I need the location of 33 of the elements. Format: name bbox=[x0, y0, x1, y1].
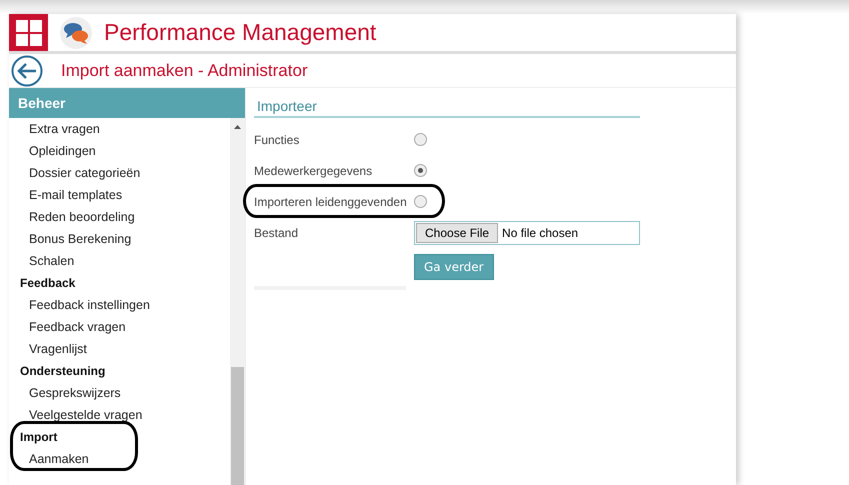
scrollbar[interactable] bbox=[230, 118, 245, 485]
app-grid-button[interactable] bbox=[9, 14, 48, 51]
field-label: Bestand bbox=[254, 226, 300, 240]
radio-button[interactable] bbox=[414, 195, 427, 208]
sidebar-item[interactable]: Feedback vragen bbox=[29, 316, 126, 338]
choose-file-button[interactable]: Choose File bbox=[416, 222, 498, 242]
option-label: Functies bbox=[254, 132, 300, 146]
sidebar-header: Beheer bbox=[9, 88, 245, 118]
page-title: Import aanmaken - Administrator bbox=[61, 60, 308, 80]
sidebar-group-label: Import bbox=[20, 429, 58, 446]
sidebar-item[interactable]: Schalen bbox=[29, 250, 74, 272]
sidebar-item[interactable]: Dossier categorieën bbox=[29, 162, 140, 184]
speech-bubbles-icon bbox=[60, 16, 92, 48]
sidebar-item[interactable]: Bonus Berekening bbox=[29, 228, 132, 250]
sidebar-item[interactable]: Feedback instellingen bbox=[29, 294, 150, 316]
section-title: Importeer bbox=[254, 98, 640, 118]
radio-button[interactable] bbox=[414, 133, 427, 146]
sidebar-group-label: Ondersteuning bbox=[20, 363, 106, 380]
sidebar-item[interactable]: Veelgestelde vragen bbox=[29, 404, 142, 426]
sidebar-item[interactable]: Aanmaken bbox=[29, 448, 89, 470]
sidebar-item[interactable]: Extra vragen bbox=[29, 118, 100, 140]
sidebar-item[interactable]: Vragenlijst bbox=[29, 338, 87, 360]
app-title: Performance Management bbox=[104, 19, 376, 46]
sidebar-item[interactable]: Opleidingen bbox=[29, 140, 96, 162]
sidebar-item[interactable]: Reden beoordeling bbox=[29, 206, 135, 228]
file-input-field[interactable]: Choose File No file chosen bbox=[414, 220, 640, 244]
sidebar-group-label: Feedback bbox=[20, 275, 76, 292]
sidebar-item[interactable]: E-mail templates bbox=[29, 184, 122, 206]
radio-button[interactable] bbox=[414, 164, 427, 177]
sidebar-item[interactable]: Gesprekswijzers bbox=[29, 382, 121, 404]
option-label: Importeren leidenggevenden bbox=[254, 194, 408, 208]
file-status-text: No file chosen bbox=[502, 226, 578, 240]
option-label: Medewerkergegevens bbox=[254, 164, 374, 178]
